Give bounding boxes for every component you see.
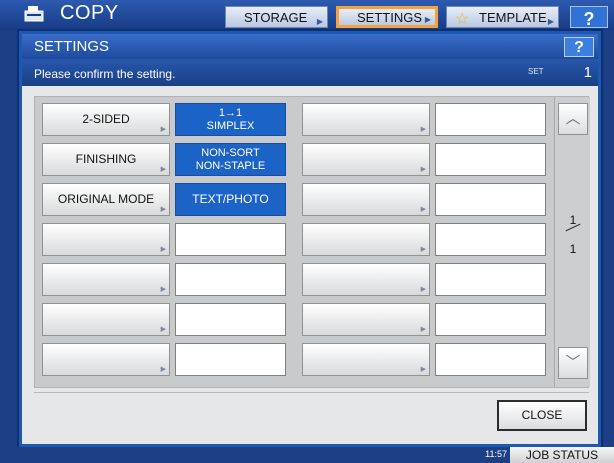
divider bbox=[34, 392, 589, 393]
setting-button-empty[interactable]: ▶ bbox=[42, 343, 170, 376]
chevron-down-icon: ﹀ bbox=[565, 354, 581, 371]
chevron-right-icon: ▶ bbox=[160, 206, 166, 213]
copy-icon bbox=[24, 6, 44, 22]
setting-value-empty bbox=[435, 143, 546, 176]
chevron-right-icon: ▶ bbox=[420, 366, 426, 373]
setting-value-empty bbox=[435, 343, 546, 376]
chevron-right-icon: ▶ bbox=[160, 326, 166, 333]
chevron-right-icon: ▶ bbox=[420, 206, 426, 213]
dialog-message-bar: Please confirm the setting. SET 1 bbox=[22, 59, 598, 86]
tab-settings[interactable]: SETTINGS ▶ bbox=[336, 6, 438, 28]
setting-button-empty[interactable]: ▶ bbox=[302, 343, 430, 376]
setting-value-original-mode: TEXT/PHOTO bbox=[175, 183, 286, 216]
chevron-right-icon: ▶ bbox=[420, 246, 426, 253]
set-count: 1 bbox=[583, 64, 592, 81]
chevron-right-icon: ▶ bbox=[424, 15, 431, 24]
setting-button-2-sided[interactable]: 2-SIDED ▶ bbox=[42, 103, 170, 136]
chevron-right-icon: ▶ bbox=[160, 366, 166, 373]
setting-value-empty bbox=[175, 223, 286, 256]
setting-value-empty bbox=[435, 263, 546, 296]
setting-value-empty bbox=[175, 303, 286, 336]
chevron-right-icon: ▶ bbox=[160, 126, 166, 133]
setting-value-empty bbox=[435, 103, 546, 136]
setting-button-empty[interactable]: ▶ bbox=[42, 223, 170, 256]
setting-button-finishing[interactable]: FINISHING ▶ bbox=[42, 143, 170, 176]
setting-button-empty[interactable]: ▶ bbox=[302, 143, 430, 176]
tab-storage[interactable]: STORAGE ▶ bbox=[225, 6, 328, 28]
chevron-right-icon: ▶ bbox=[316, 17, 323, 26]
setting-value-finishing: NON-SORT NON-STAPLE bbox=[175, 143, 286, 176]
setting-button-empty[interactable]: ▶ bbox=[302, 263, 430, 296]
dialog-message: Please confirm the setting. bbox=[34, 67, 176, 81]
page-current: 1 bbox=[569, 213, 577, 227]
setting-label: FINISHING bbox=[75, 152, 137, 166]
setting-button-empty[interactable]: ▶ bbox=[302, 103, 430, 136]
setting-label: 2-SIDED bbox=[82, 112, 130, 126]
setting-value-empty bbox=[175, 263, 286, 296]
setting-button-empty[interactable]: ▶ bbox=[42, 303, 170, 336]
scroll-down-button[interactable]: ﹀ bbox=[558, 347, 588, 379]
help-button[interactable]: ? bbox=[570, 6, 608, 29]
chevron-up-icon: ︿ bbox=[565, 110, 581, 127]
setting-value-empty bbox=[435, 303, 546, 336]
set-label: SET bbox=[528, 67, 544, 76]
chevron-right-icon: ▶ bbox=[160, 166, 166, 173]
pager: ︿ 1 1 ﹀ bbox=[554, 97, 590, 387]
close-button[interactable]: CLOSE bbox=[497, 400, 587, 431]
top-bar: COPY STORAGE ▶ SETTINGS ▶ ☆ TEMPLATE ▶ ? bbox=[0, 0, 614, 30]
dialog-help-button[interactable]: ? bbox=[564, 37, 594, 57]
setting-button-empty[interactable]: ▶ bbox=[302, 223, 430, 256]
setting-value-2-sided: 1→1 SIMPLEX bbox=[175, 103, 286, 136]
app-title: COPY bbox=[60, 2, 119, 24]
chevron-right-icon: ▶ bbox=[547, 17, 554, 26]
setting-label: ORIGINAL MODE bbox=[57, 192, 155, 206]
tab-template[interactable]: ☆ TEMPLATE ▶ bbox=[446, 6, 559, 28]
setting-value-empty bbox=[435, 223, 546, 256]
settings-dialog: SETTINGS ? Please confirm the setting. S… bbox=[19, 31, 601, 447]
setting-button-empty[interactable]: ▶ bbox=[42, 263, 170, 296]
job-status-button[interactable]: JOB STATUS bbox=[510, 447, 614, 463]
chevron-right-icon: ▶ bbox=[160, 246, 166, 253]
settings-list: 2-SIDED ▶ 1→1 SIMPLEX FINISHING ▶ NON-SO… bbox=[34, 96, 590, 388]
chevron-right-icon: ▶ bbox=[420, 166, 426, 173]
chevron-right-icon: ▶ bbox=[420, 126, 426, 133]
page-total: 1 bbox=[569, 242, 577, 256]
chevron-right-icon: ▶ bbox=[420, 286, 426, 293]
setting-value-empty bbox=[175, 343, 286, 376]
setting-value-line2: NON-STAPLE bbox=[195, 160, 266, 172]
tab-template-label: TEMPLATE bbox=[479, 10, 547, 25]
setting-value: TEXT/PHOTO bbox=[192, 192, 269, 206]
setting-button-empty[interactable]: ▶ bbox=[302, 183, 430, 216]
chevron-right-icon: ▶ bbox=[160, 286, 166, 293]
dialog-header: SETTINGS ? bbox=[22, 34, 598, 59]
tab-settings-label: SETTINGS bbox=[357, 10, 423, 25]
chevron-right-icon: ▶ bbox=[420, 326, 426, 333]
setting-button-empty[interactable]: ▶ bbox=[302, 303, 430, 336]
setting-value-empty bbox=[435, 183, 546, 216]
dialog-title: SETTINGS bbox=[34, 38, 110, 55]
setting-value-line1: NON-SORT bbox=[201, 147, 260, 159]
star-icon: ☆ bbox=[455, 11, 470, 28]
clock: 11:57 bbox=[485, 449, 507, 459]
tab-storage-label: STORAGE bbox=[244, 10, 308, 25]
setting-value-line1: 1→1 bbox=[218, 107, 243, 119]
setting-value-line2: SIMPLEX bbox=[206, 120, 255, 132]
scroll-up-button[interactable]: ︿ bbox=[558, 103, 588, 135]
setting-button-original-mode[interactable]: ORIGINAL MODE ▶ bbox=[42, 183, 170, 216]
